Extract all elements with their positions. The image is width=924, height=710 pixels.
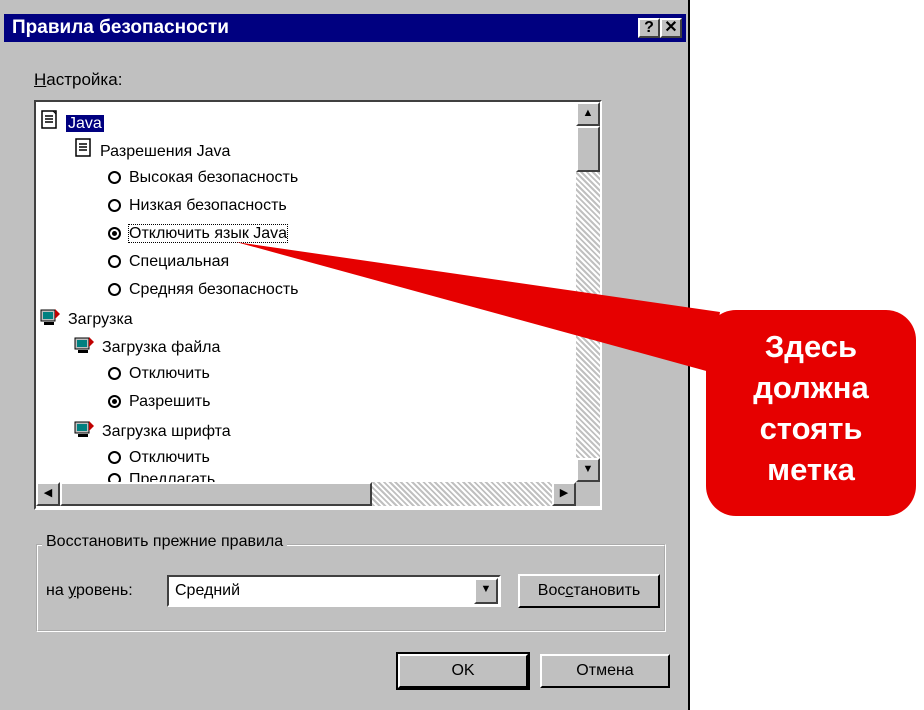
callout-arrow [236,242,720,372]
callout-text: Здесь должна стоять метка [753,329,869,487]
